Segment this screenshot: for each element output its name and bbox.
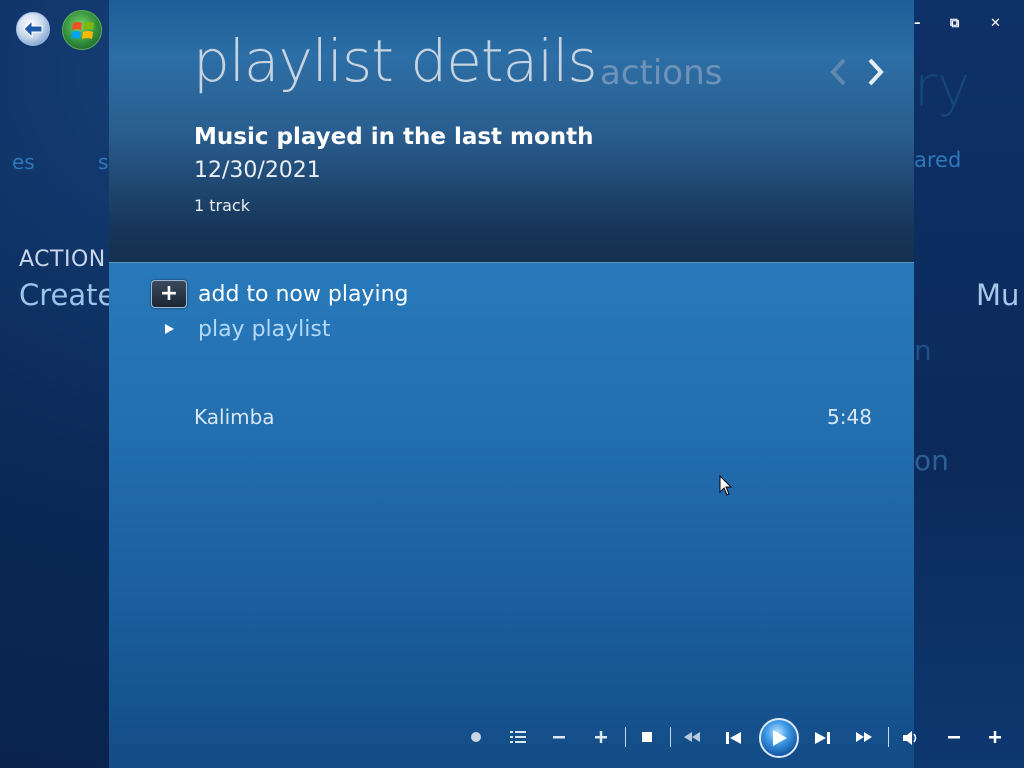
chevron-right-icon[interactable]: [863, 55, 889, 89]
background-item-fragment: n: [914, 334, 932, 367]
previous-icon[interactable]: [724, 730, 742, 746]
play-playlist-action[interactable]: play playlist: [151, 314, 330, 344]
background-left: [0, 0, 110, 768]
volume-down-icon[interactable]: [947, 730, 961, 744]
playlist-details-dialog: playlist details actions Music played in…: [109, 0, 914, 768]
track-duration: 5:48: [827, 405, 872, 429]
background-item-fragment: on: [914, 444, 949, 477]
mute-icon[interactable]: [901, 730, 921, 746]
dialog-title: playlist details: [193, 27, 598, 95]
restore-button[interactable]: ⧉: [950, 16, 959, 31]
background-menu-fragment: s: [98, 150, 109, 174]
play-button[interactable]: [759, 718, 799, 758]
windows-logo-icon: [71, 22, 94, 39]
fast-forward-icon[interactable]: [854, 730, 874, 744]
transport-divider: [625, 727, 626, 747]
chevron-left-icon[interactable]: [825, 55, 851, 89]
action-label: add to now playing: [198, 281, 409, 307]
playlist-track-count: 1 track: [194, 196, 250, 215]
plus-icon: +: [151, 280, 187, 308]
background-create-label: Create: [19, 278, 116, 312]
play-triangle-icon: [151, 323, 187, 335]
back-arrow-icon: [23, 19, 43, 39]
mouse-pointer-icon: [719, 475, 733, 496]
background-title-fragment: ry: [914, 55, 971, 120]
dialog-header: playlist details actions Music played in…: [109, 0, 914, 263]
transport-controls: [460, 716, 1020, 760]
playlist-name: Music played in the last month: [194, 124, 594, 150]
minimize-button[interactable]: –: [914, 16, 921, 31]
dialog-actions-tab[interactable]: actions: [600, 53, 722, 93]
transport-divider: [670, 727, 671, 747]
next-icon[interactable]: [814, 730, 832, 746]
background-menu-fragment: es: [12, 150, 35, 174]
channel-up-icon[interactable]: [594, 730, 608, 744]
play-icon: [773, 730, 787, 746]
rewind-icon[interactable]: [682, 730, 702, 744]
stop-icon[interactable]: [640, 730, 654, 744]
close-button[interactable]: ✕: [990, 16, 1001, 31]
window-controls: – ⧉ ✕: [914, 16, 1024, 32]
record-icon[interactable]: [469, 730, 483, 744]
start-orb-button[interactable]: [62, 10, 102, 50]
back-button[interactable]: [16, 12, 50, 46]
action-label: play playlist: [198, 316, 331, 342]
background-action-label: ACTION: [19, 247, 106, 272]
transport-divider: [888, 727, 889, 747]
background-tab-fragment: ared: [914, 148, 962, 172]
track-title[interactable]: Kalimba: [194, 405, 275, 429]
volume-up-icon[interactable]: [988, 730, 1002, 744]
background-heading-fragment: Mu: [976, 278, 1020, 312]
guide-icon[interactable]: [509, 730, 527, 744]
playlist-date: 12/30/2021: [194, 158, 321, 183]
channel-down-icon[interactable]: [552, 730, 566, 744]
add-to-now-playing-action[interactable]: + add to now playing: [151, 279, 408, 309]
